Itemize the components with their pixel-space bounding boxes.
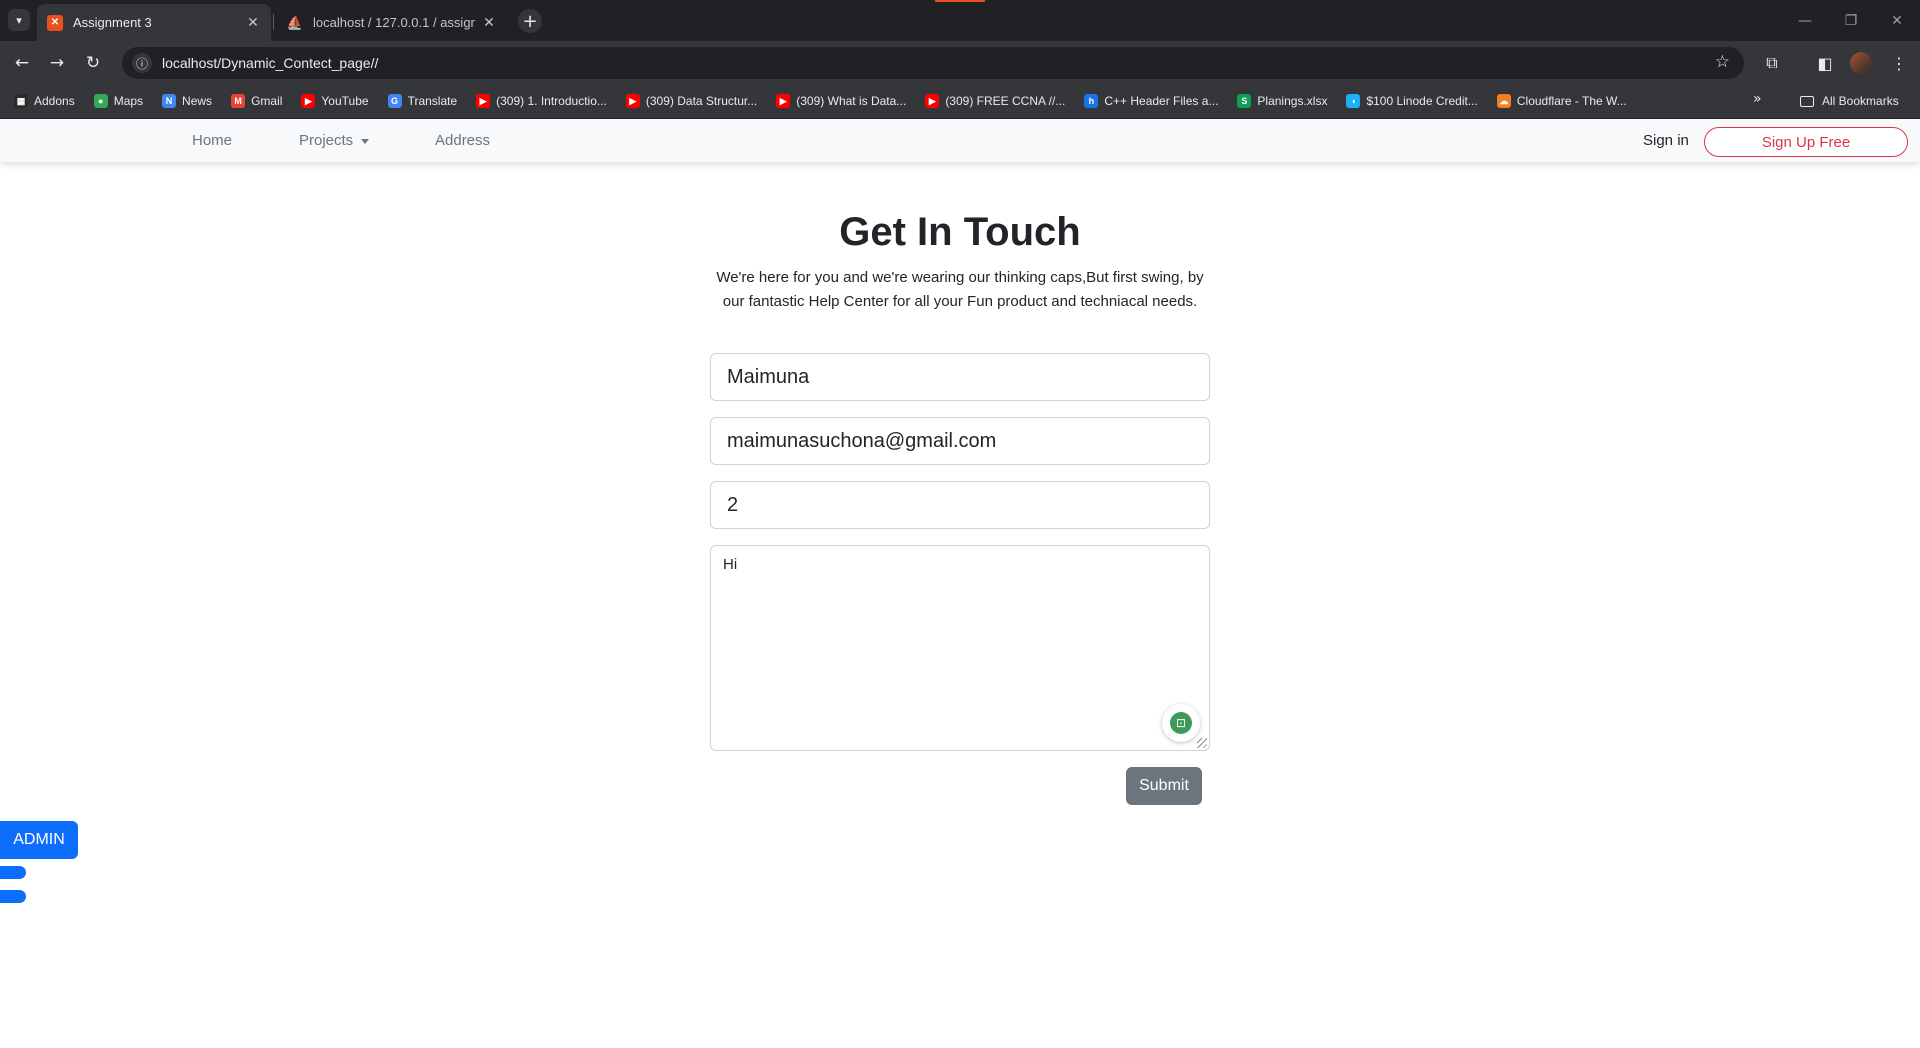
tab-assignment-3[interactable]: ✕ Assignment 3 ✕ bbox=[37, 4, 271, 41]
header-site-icon: h bbox=[1084, 94, 1099, 108]
phpmyadmin-icon: ⛵ bbox=[286, 14, 304, 30]
bookmarks-bar: ▦ Addons ● Maps N News M Gmail ▶ YouTube G Translat… bbox=[0, 83, 1920, 119]
bookmark-item[interactable]: h C++ Header Files a... bbox=[1084, 94, 1218, 108]
youtube-icon: ▶ bbox=[301, 94, 316, 108]
restore-icon[interactable]: ❐ bbox=[1828, 0, 1874, 41]
writing-assistant-icon[interactable]: ⊡ bbox=[1162, 704, 1200, 742]
bookmark-item[interactable]: N News bbox=[162, 94, 212, 108]
more-bookmarks-chevron-icon[interactable]: » bbox=[1753, 91, 1762, 107]
caret-down-icon bbox=[361, 138, 370, 144]
bookmark-item[interactable]: ▶ YouTube bbox=[301, 94, 369, 108]
tab-phpmyadmin[interactable]: ⛵ localhost / 127.0.0.1 / assignme ✕ bbox=[277, 4, 507, 41]
forward-arrow-icon[interactable]: → bbox=[44, 50, 70, 76]
submit-button[interactable]: Submit bbox=[1126, 767, 1202, 805]
bookmark-item[interactable]: ▶ (309) FREE CCNA //... bbox=[925, 94, 1065, 108]
spreadsheet-icon: S bbox=[1237, 94, 1252, 108]
bookmark-item[interactable]: ☁ Cloudflare - The W... bbox=[1496, 94, 1627, 108]
bookmark-item[interactable]: ● Maps bbox=[93, 94, 144, 108]
tab-strip-accent bbox=[935, 0, 985, 2]
folder-icon bbox=[1800, 95, 1814, 107]
email-input[interactable]: maimunasuchona@gmail.com bbox=[710, 417, 1210, 465]
bookmark-label: $100 Linode Credit... bbox=[1366, 94, 1478, 108]
youtube-icon: ▶ bbox=[476, 94, 491, 108]
bookmark-label: YouTube bbox=[321, 94, 369, 108]
bookmark-item[interactable]: ◖ $100 Linode Credit... bbox=[1346, 94, 1478, 108]
bookmark-label: (309) 1. Introductio... bbox=[496, 94, 607, 108]
bookmark-label: Cloudflare - The W... bbox=[1516, 94, 1627, 108]
menu-kebab-icon[interactable]: ⋮ bbox=[1886, 50, 1912, 76]
minimize-icon[interactable]: — bbox=[1782, 0, 1828, 41]
bookmark-item[interactable]: ▶ (309) What is Data... bbox=[776, 94, 906, 108]
bookmark-label: Planings.xlsx bbox=[1257, 94, 1328, 108]
site-info-icon[interactable]: ⓘ bbox=[132, 53, 152, 73]
youtube-icon: ▶ bbox=[625, 94, 640, 108]
close-icon[interactable]: ✕ bbox=[245, 15, 261, 31]
message-textarea[interactable]: Hi bbox=[710, 545, 1210, 751]
nav-address-link[interactable]: Address bbox=[435, 132, 490, 149]
nav-projects-dropdown[interactable]: Projects bbox=[299, 132, 370, 149]
close-window-icon[interactable]: ✕ bbox=[1874, 0, 1920, 41]
extensions-puzzle-icon[interactable]: ⧉ bbox=[1759, 50, 1785, 76]
nav-projects-label: Projects bbox=[299, 132, 354, 149]
bookmark-item[interactable]: ▦ Addons bbox=[14, 94, 75, 108]
tab-title: localhost / 127.0.0.1 / assignme bbox=[313, 15, 475, 30]
bookmark-label: Addons bbox=[34, 94, 75, 108]
side-pill-button[interactable] bbox=[0, 866, 26, 879]
intro-text: We're here for you and we're wearing our… bbox=[716, 269, 1204, 310]
new-tab-plus-icon[interactable]: + bbox=[518, 9, 542, 33]
assistant-robot-icon: ⊡ bbox=[1170, 712, 1192, 734]
back-arrow-icon[interactable]: ← bbox=[9, 50, 35, 76]
tab-search-chevron-icon[interactable]: ▾ bbox=[8, 9, 30, 31]
number-input[interactable]: 2 bbox=[710, 481, 1210, 529]
page-title: Get In Touch bbox=[839, 210, 1081, 254]
bookmark-label: Translate bbox=[407, 94, 458, 108]
sign-up-free-button[interactable]: Sign Up Free bbox=[1704, 127, 1908, 157]
bookmark-label: C++ Header Files a... bbox=[1104, 94, 1219, 108]
window-controls: — ❐ ✕ bbox=[1782, 0, 1920, 41]
name-input[interactable]: Maimuna bbox=[710, 353, 1210, 401]
tab-separator bbox=[273, 14, 274, 30]
cloudflare-icon: ☁ bbox=[1496, 94, 1511, 108]
bookmark-star-icon[interactable]: ☆ bbox=[1715, 52, 1730, 72]
bookmark-item[interactable]: M Gmail bbox=[231, 94, 282, 108]
bookmark-label: (309) What is Data... bbox=[796, 94, 907, 108]
bookmark-label: Maps bbox=[113, 94, 144, 108]
bookmark-item[interactable]: ▶ (309) Data Structur... bbox=[625, 94, 758, 108]
google-news-icon: N bbox=[162, 94, 177, 108]
reload-icon[interactable]: ↻ bbox=[80, 50, 106, 76]
bookmark-label: (309) Data Structur... bbox=[645, 94, 758, 108]
site-navbar: Home Projects Address Sign in Sign Up Fr… bbox=[0, 120, 1920, 162]
bookmark-item[interactable]: G Translate bbox=[387, 94, 458, 108]
bookmark-label: (309) FREE CCNA //... bbox=[945, 94, 1066, 108]
profile-avatar[interactable] bbox=[1850, 52, 1872, 74]
all-bookmarks-button[interactable]: All Bookmarks bbox=[1800, 83, 1899, 119]
sign-in-link[interactable]: Sign in bbox=[1643, 132, 1689, 149]
close-icon[interactable]: ✕ bbox=[481, 15, 497, 31]
side-pill-button[interactable] bbox=[0, 890, 26, 903]
translate-icon: G bbox=[387, 94, 402, 108]
tab-title: Assignment 3 bbox=[73, 15, 152, 30]
browser-toolbar: ← → ↻ ⓘ localhost/Dynamic_Contect_page//… bbox=[0, 41, 1920, 83]
youtube-icon: ▶ bbox=[776, 94, 791, 108]
xampp-icon: ✕ bbox=[47, 14, 63, 31]
bookmark-item[interactable]: S Planings.xlsx bbox=[1237, 94, 1327, 108]
grid-icon: ▦ bbox=[14, 94, 28, 108]
side-panel-icon[interactable]: ◧ bbox=[1812, 50, 1838, 76]
bookmark-label: News bbox=[182, 94, 213, 108]
admin-button[interactable]: ADMIN bbox=[0, 821, 78, 859]
all-bookmarks-label: All Bookmarks bbox=[1822, 94, 1899, 108]
gmail-icon: M bbox=[231, 94, 246, 108]
message-text: Hi bbox=[723, 556, 738, 573]
bookmark-item[interactable]: ▶ (309) 1. Introductio... bbox=[476, 94, 607, 108]
nav-home-link[interactable]: Home bbox=[192, 132, 232, 149]
resize-grip-icon[interactable] bbox=[1197, 738, 1207, 748]
bookmark-label: Gmail bbox=[251, 94, 283, 108]
address-bar[interactable]: ⓘ localhost/Dynamic_Contect_page// ☆ bbox=[122, 47, 1744, 79]
linode-icon: ◖ bbox=[1346, 94, 1361, 108]
youtube-icon: ▶ bbox=[925, 94, 940, 108]
bookmark-list: ▦ Addons ● Maps N News M Gmail ▶ YouTube G Translat… bbox=[14, 83, 1646, 119]
browser-tab-strip: ▾ ✕ Assignment 3 ✕ ⛵ localhost / 127.0.0… bbox=[0, 0, 1920, 41]
maps-pin-icon: ● bbox=[93, 94, 108, 108]
address-url[interactable]: localhost/Dynamic_Contect_page// bbox=[162, 55, 378, 71]
